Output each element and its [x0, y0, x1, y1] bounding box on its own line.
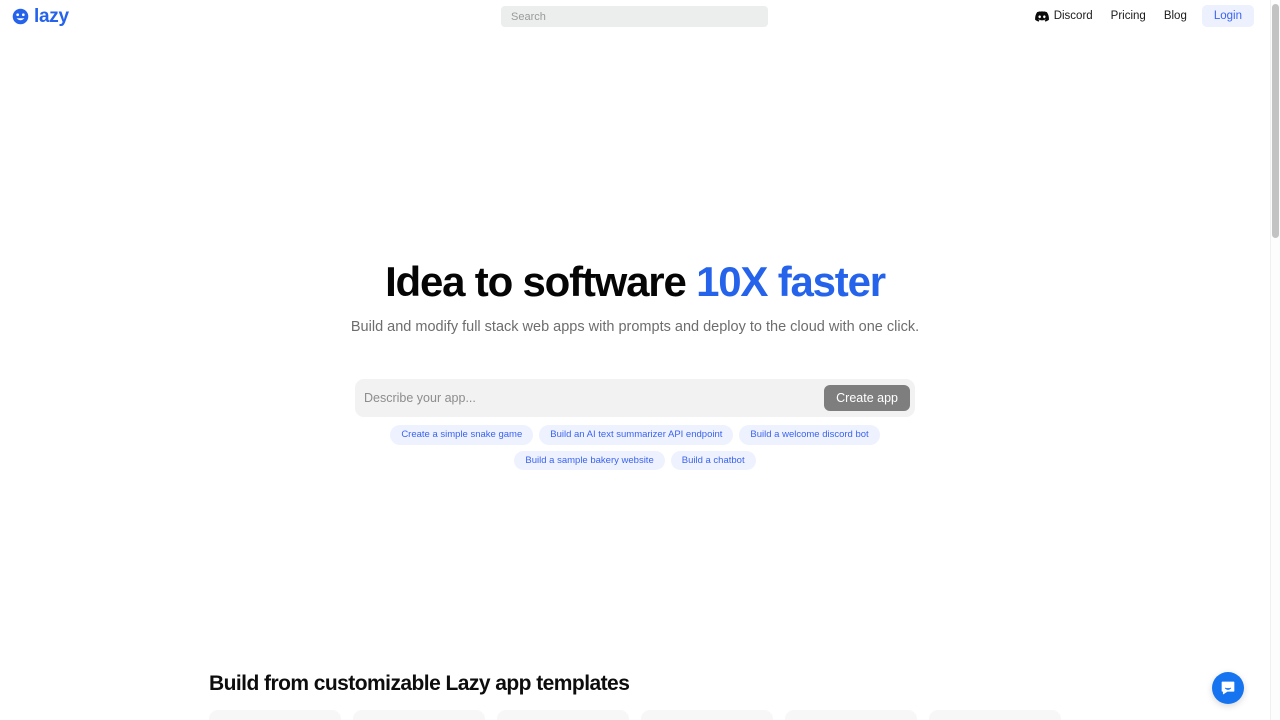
suggestion-chip-ai-summarizer[interactable]: Build an AI text summarizer API endpoint [539, 425, 734, 445]
nav-links-group: Discord Pricing Blog Login [1026, 0, 1254, 32]
search-box[interactable] [501, 6, 768, 27]
hero-title-main: Idea to software [385, 258, 687, 305]
suggestion-chip-snake-game[interactable]: Create a simple snake game [390, 425, 534, 445]
template-card[interactable] [497, 710, 629, 720]
template-card[interactable] [641, 710, 773, 720]
hero-subtitle: Build and modify full stack web apps wit… [350, 319, 920, 336]
template-card[interactable] [209, 710, 341, 720]
hero-title-accent: 10X faster [696, 258, 886, 305]
brand-name: lazy [34, 5, 69, 27]
nav-item-blog[interactable]: Blog [1155, 5, 1196, 27]
search-input[interactable] [501, 6, 768, 27]
templates-section: Build from customizable Lazy app templat… [209, 672, 1109, 720]
app-prompt-box[interactable]: Create app [355, 379, 915, 417]
describe-app-input[interactable] [355, 379, 825, 417]
hero-section: Idea to software 10X faster Build and mo… [0, 258, 1270, 335]
template-card[interactable] [353, 710, 485, 720]
nav-item-pricing-label: Pricing [1110, 10, 1146, 22]
nav-item-pricing[interactable]: Pricing [1102, 5, 1155, 27]
suggestion-chip-bakery-website[interactable]: Build a sample bakery website [514, 450, 665, 470]
chat-launcher-button[interactable] [1212, 672, 1244, 704]
top-navigation-bar: lazy Discord Pricing Blog Login [0, 0, 1270, 32]
scrollbar-thumb[interactable] [1272, 4, 1279, 238]
nav-item-discord[interactable]: Discord [1026, 5, 1102, 27]
nav-item-blog-label: Blog [1163, 10, 1187, 22]
chat-bubble-icon [1221, 681, 1235, 695]
suggestion-chips: Create a simple snake game Build an AI t… [355, 425, 915, 470]
suggestion-chip-chatbot[interactable]: Build a chatbot [670, 450, 756, 470]
templates-section-title: Build from customizable Lazy app templat… [209, 672, 630, 695]
smiley-face-icon [12, 8, 29, 24]
brand-logo-link[interactable]: lazy [12, 7, 69, 26]
template-card-list [209, 710, 1109, 720]
nav-item-discord-label: Discord [1053, 10, 1093, 22]
page-viewport: lazy Discord Pricing Blog Login Idea to [0, 0, 1270, 720]
template-card[interactable] [929, 710, 1061, 720]
create-app-button[interactable]: Create app [824, 385, 910, 411]
page-scrollbar[interactable] [1270, 0, 1280, 720]
page-title: Idea to software 10X faster [0, 258, 1270, 305]
login-button[interactable]: Login [1201, 5, 1254, 27]
suggestion-chip-discord-bot[interactable]: Build a welcome discord bot [739, 425, 880, 445]
discord-icon [1034, 10, 1049, 22]
template-card[interactable] [785, 710, 917, 720]
